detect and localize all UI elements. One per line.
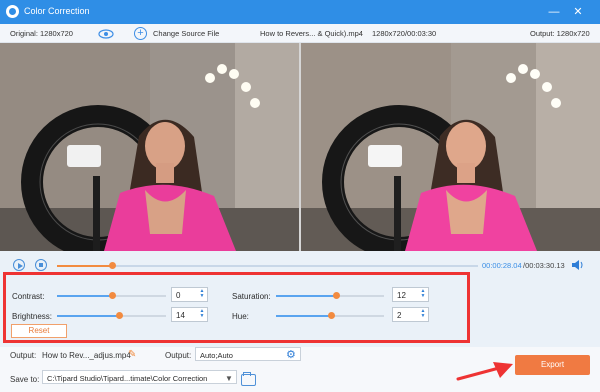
timeline-progress bbox=[57, 265, 112, 267]
app-logo-icon bbox=[6, 5, 19, 18]
video-frame-original bbox=[0, 43, 299, 251]
save-path-field[interactable]: C:\Tipard Studio\Tipard...timate\Color C… bbox=[42, 370, 237, 384]
add-icon[interactable]: + bbox=[134, 27, 147, 40]
volume-icon[interactable] bbox=[571, 259, 585, 271]
current-time: 00:00:28.04 bbox=[482, 261, 522, 270]
corrected-video-preview bbox=[301, 43, 600, 251]
eye-icon[interactable] bbox=[98, 29, 114, 39]
output-name-label: Output: bbox=[10, 351, 37, 360]
total-time: /00:03:30.13 bbox=[523, 261, 565, 270]
play-icon[interactable] bbox=[13, 259, 25, 271]
save-path-value: C:\Tipard Studio\Tipard...timate\Color C… bbox=[47, 374, 208, 383]
chevron-down-icon[interactable]: ▼ bbox=[225, 374, 233, 383]
minimize-button[interactable]: — bbox=[542, 0, 566, 24]
playback-timeline[interactable] bbox=[57, 262, 478, 269]
video-frame-corrected bbox=[301, 43, 600, 251]
export-button[interactable]: Export bbox=[515, 355, 590, 375]
window-title: Color Correction bbox=[24, 6, 90, 16]
pencil-icon[interactable]: ✎ bbox=[128, 349, 136, 360]
title-bar: Color Correction — ✕ bbox=[0, 0, 600, 24]
red-arrow-annotation bbox=[456, 362, 513, 381]
original-resolution-label: Original: 1280x720 bbox=[10, 29, 73, 38]
folder-icon[interactable] bbox=[241, 372, 256, 386]
timeline-handle[interactable] bbox=[108, 262, 116, 269]
stop-icon[interactable] bbox=[35, 259, 47, 271]
source-file-name: How to Revers... & Quick).mp4 bbox=[260, 29, 363, 38]
source-info-bar: Original: 1280x720 + Change Source File … bbox=[0, 24, 600, 43]
output-resolution-label: Output: 1280x720 bbox=[530, 29, 590, 38]
gear-icon[interactable]: ⚙ bbox=[286, 348, 296, 361]
output-file-name: How to Rev..._adjus.mp4 bbox=[42, 351, 131, 360]
save-to-label: Save to: bbox=[10, 375, 40, 384]
source-resolution-duration: 1280x720/00:03:30 bbox=[372, 29, 437, 38]
output-format-label: Output: bbox=[165, 351, 192, 360]
close-button[interactable]: ✕ bbox=[566, 0, 590, 24]
output-format-value: Auto;Auto bbox=[200, 351, 233, 360]
highlight-annotation-box bbox=[3, 272, 470, 343]
original-video-preview bbox=[0, 43, 299, 251]
change-source-file-button[interactable]: Change Source File bbox=[153, 29, 219, 38]
